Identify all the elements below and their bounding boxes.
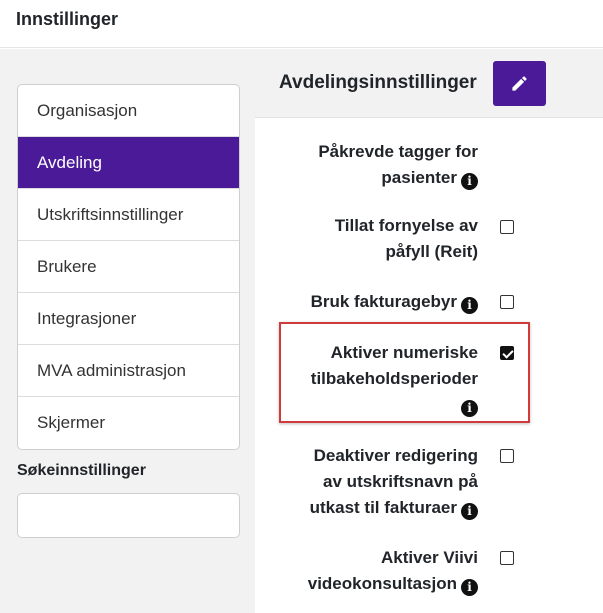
nav-item-avdeling[interactable]: Avdeling	[18, 137, 239, 189]
invoice-fee-checkbox[interactable]	[500, 295, 514, 309]
panel-header: Avdelingsinnstillinger	[255, 49, 603, 118]
nav-item-skjermer[interactable]: Skjermer	[18, 397, 239, 449]
nav-item-integrasjoner[interactable]: Integrasjoner	[18, 293, 239, 345]
nav-item-utskriftsinnstillinger[interactable]: Utskriftsinnstillinger	[18, 189, 239, 241]
panel-title: Avdelingsinnstillinger	[279, 72, 477, 93]
search-settings-input[interactable]	[17, 493, 240, 538]
info-icon[interactable]: i	[461, 297, 478, 314]
setting-invoice-fee: Bruk fakturagebyr i	[311, 289, 478, 315]
pencil-icon	[512, 76, 527, 91]
info-icon[interactable]: i	[461, 579, 478, 596]
setting-viivi-video: Aktiver Viivi videokonsultasjon i	[307, 548, 478, 596]
nav-item-organisasjon[interactable]: Organisasjon	[18, 85, 239, 137]
setting-disable-print-name-edit: Deaktiver redigering av utskriftsnavn på…	[309, 446, 478, 520]
search-settings-label: Søkeinnstillinger	[17, 462, 146, 479]
nav-item-mva-administrasjon[interactable]: MVA administrasjon	[18, 345, 239, 397]
numeric-withdrawal-periods-checkbox[interactable]	[500, 346, 514, 360]
top-bar: Innstillinger	[0, 0, 603, 48]
department-settings-panel: Avdelingsinnstillinger Påkrevde tagger f…	[255, 49, 603, 613]
setting-numeric-withdrawal-periods: Aktiver numeriske tilbakeholdsperioder i	[310, 343, 478, 417]
setting-allow-refill-renewal: Tillat fornyelse av påfyll (Reit)	[334, 216, 478, 261]
info-icon[interactable]: i	[461, 400, 478, 417]
setting-required-tags: Påkrevde tagger for pasienter i	[318, 142, 478, 190]
edit-button[interactable]	[493, 61, 546, 106]
settings-nav: Organisasjon Avdeling Utskriftsinnstilli…	[17, 84, 240, 450]
disable-print-name-edit-checkbox[interactable]	[500, 449, 514, 463]
nav-item-brukere[interactable]: Brukere	[18, 241, 239, 293]
info-icon[interactable]: i	[461, 503, 478, 520]
page-title: Innstillinger	[16, 9, 119, 29]
viivi-video-checkbox[interactable]	[500, 551, 514, 565]
info-icon[interactable]: i	[461, 173, 478, 190]
allow-refill-renewal-checkbox[interactable]	[500, 220, 514, 234]
